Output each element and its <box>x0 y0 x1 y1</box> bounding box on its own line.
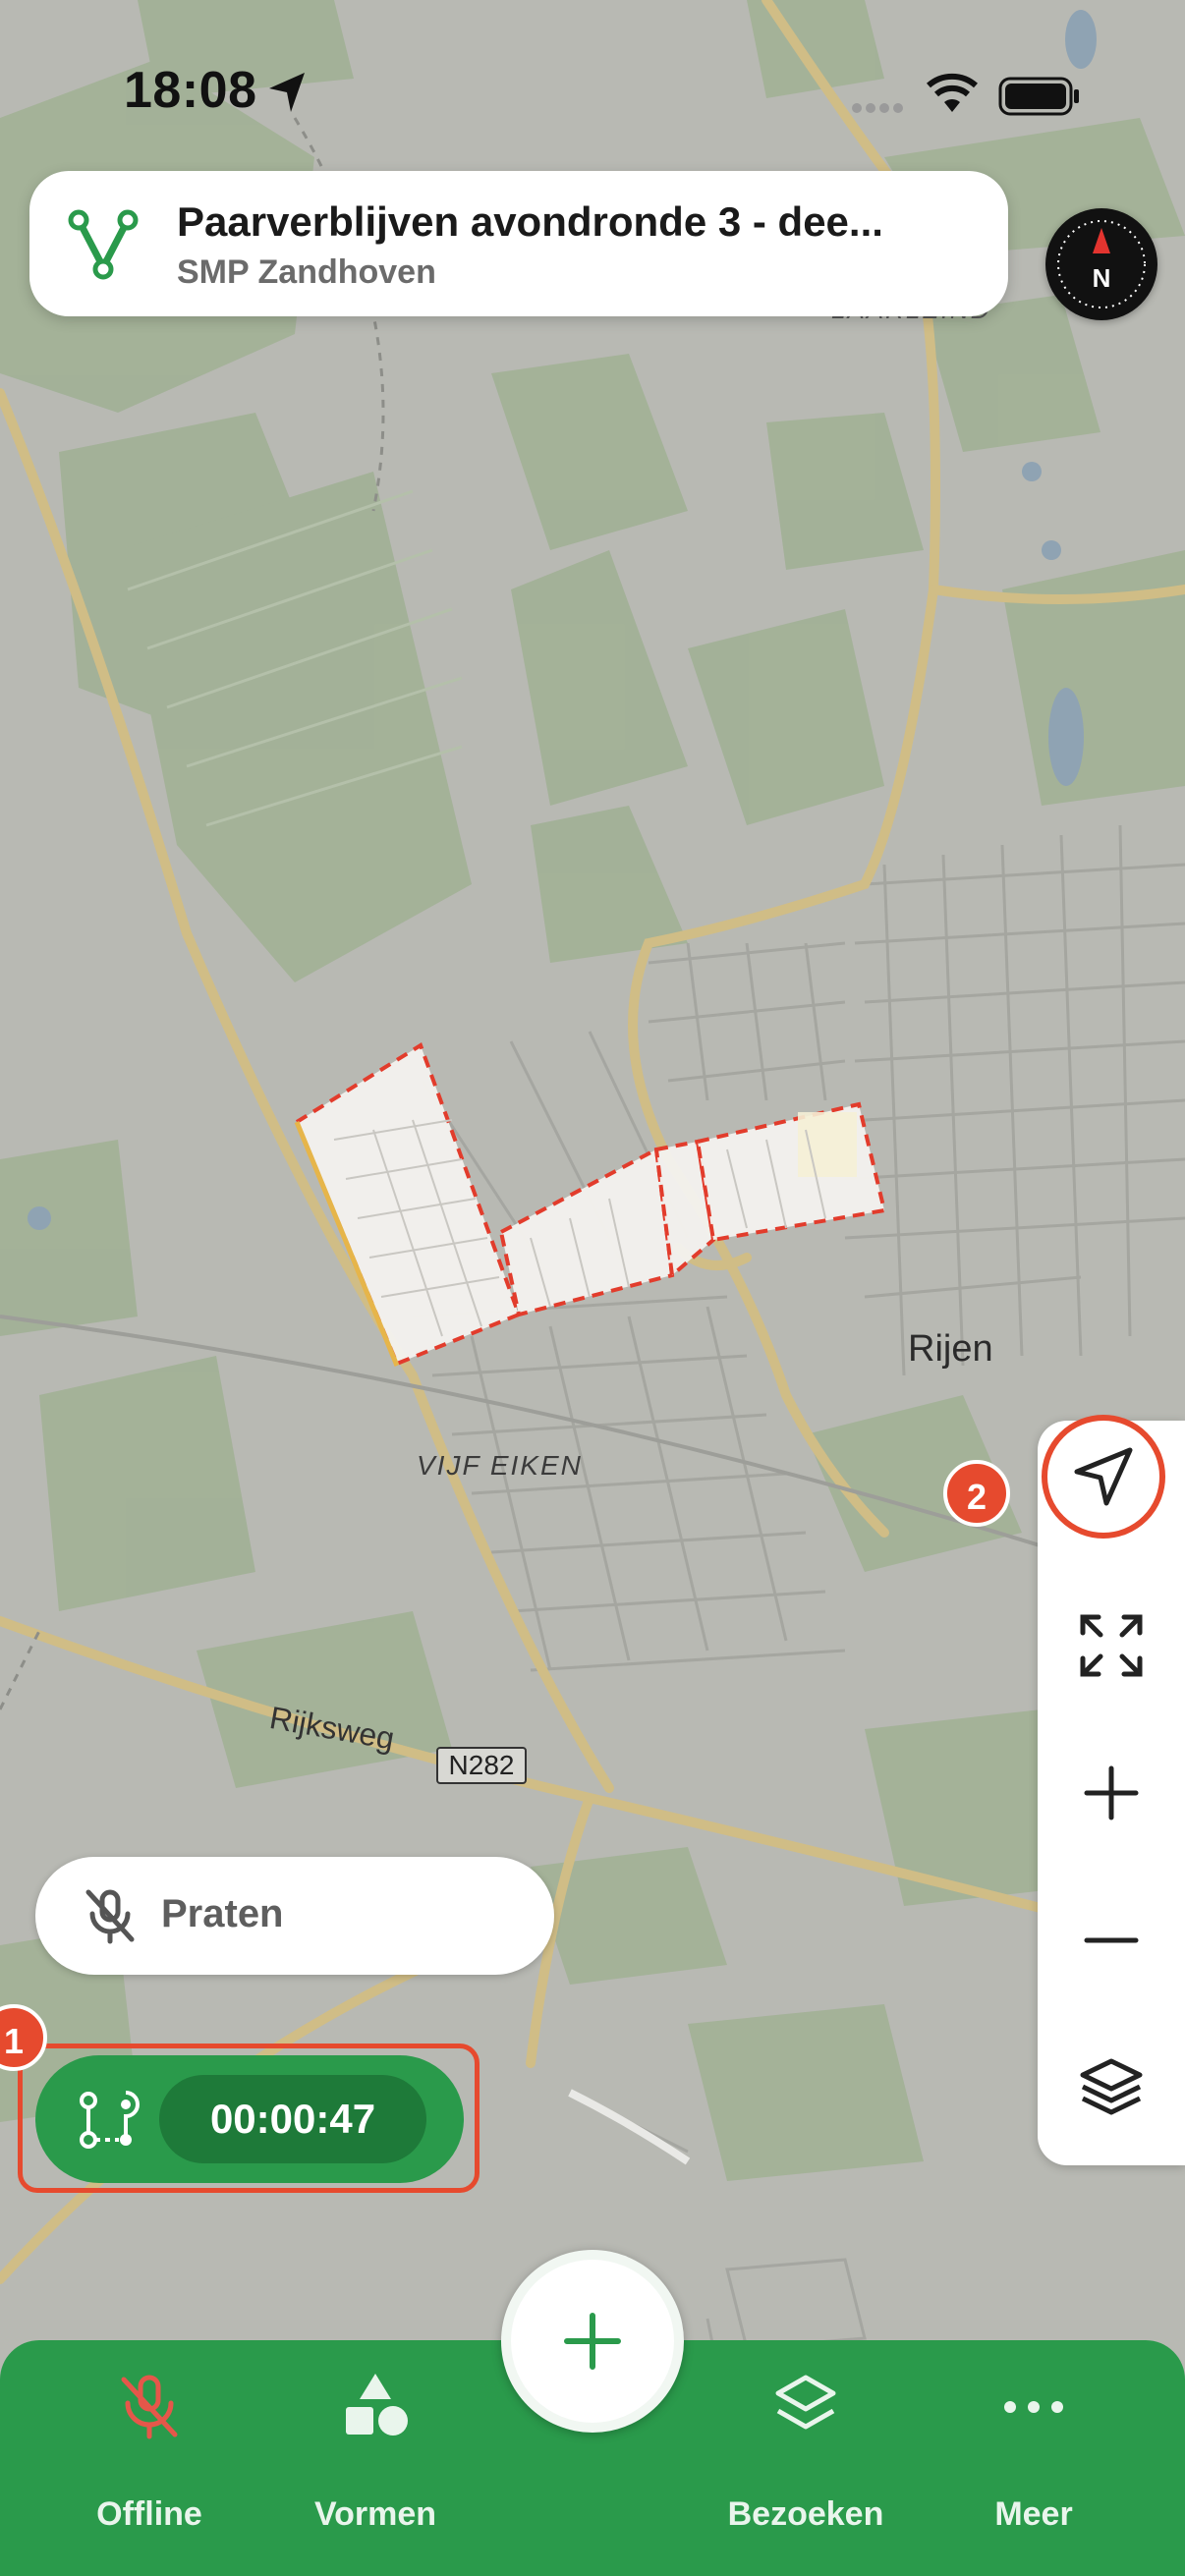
nav-offline[interactable]: Offline <box>51 2372 248 2533</box>
compass-button[interactable]: N <box>1045 208 1157 320</box>
layers-icon <box>1080 2058 1143 2115</box>
compass-north-label: N <box>1092 263 1111 293</box>
zoom-out-button[interactable] <box>1038 1867 1185 2014</box>
expand-icon <box>1080 1614 1143 1677</box>
map-label-rijen: Rijen <box>908 1328 993 1370</box>
my-location-button[interactable] <box>1042 1415 1165 1539</box>
more-dots-icon <box>1004 2401 1063 2413</box>
fit-bounds-button[interactable] <box>1038 1572 1185 1719</box>
nav-offline-label: Offline <box>96 2495 202 2533</box>
route-tracking-icon <box>80 2091 140 2149</box>
plus-icon <box>564 2313 621 2370</box>
wifi-icon <box>927 73 978 112</box>
plus-icon <box>1084 1765 1139 1820</box>
signal-dots-icon <box>852 103 903 113</box>
nav-meer[interactable]: Meer <box>935 2372 1132 2533</box>
recording-button[interactable]: 00:00:47 <box>35 2055 464 2183</box>
nav-vormen[interactable]: Vormen <box>277 2372 474 2533</box>
route-icon <box>68 209 139 280</box>
trip-title: Paarverblijven avondronde 3 - dee... <box>177 198 883 245</box>
nav-vormen-label: Vormen <box>313 2495 437 2533</box>
map-label-vijf-eiken: VIJF EIKEN <box>417 1450 583 1481</box>
recording-timer: 00:00:47 <box>159 2075 426 2163</box>
status-time: 18:08 <box>124 62 257 119</box>
location-arrow-icon <box>269 73 305 112</box>
add-button[interactable] <box>511 2260 674 2423</box>
shapes-icon <box>346 2374 408 2436</box>
layers-icon <box>775 2375 836 2430</box>
zoom-in-button[interactable] <box>1038 1719 1185 1867</box>
talk-label: Praten <box>161 1892 284 1935</box>
road-shield-n282: N282 <box>436 1747 527 1784</box>
mic-off-icon <box>85 1889 135 1944</box>
status-bar: 18:08 <box>0 0 1185 177</box>
nav-bezoeken-label: Bezoeken <box>727 2495 884 2533</box>
step-marker-2: 2 <box>943 1460 1010 1527</box>
navigation-arrow-icon <box>1074 1447 1133 1506</box>
talk-button[interactable]: Praten <box>35 1857 554 1975</box>
trip-header-card[interactable]: Paarverblijven avondronde 3 - dee... SMP… <box>29 171 1008 316</box>
nav-meer-label: Meer <box>994 2495 1073 2533</box>
trip-subtitle: SMP Zandhoven <box>177 253 436 291</box>
minus-icon <box>1084 1937 1139 1943</box>
layers-button[interactable] <box>1038 2014 1185 2161</box>
mic-off-icon <box>121 2375 178 2439</box>
nav-bezoeken[interactable]: Bezoeken <box>707 2372 904 2533</box>
battery-icon <box>998 77 1079 116</box>
